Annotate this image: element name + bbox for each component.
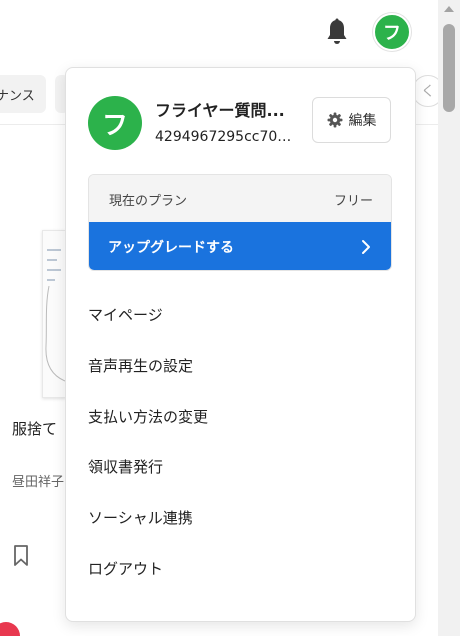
scroll-up-arrow-icon[interactable]: [444, 6, 454, 12]
bell-icon[interactable]: [325, 18, 349, 46]
user-id: 4294967295cc701...: [155, 129, 298, 145]
plan-label: 現在のプラン: [109, 194, 188, 209]
current-plan-row: 現在のプラン フリー: [89, 175, 391, 222]
plan-panel: 現在のプラン フリー アップグレードする: [88, 174, 392, 271]
book-author: 昼田祥子: [12, 475, 65, 490]
bookmark-icon[interactable]: [13, 545, 29, 567]
edit-label: 編集: [348, 113, 377, 129]
menu-item-audio-settings[interactable]: 音声再生の設定: [88, 345, 392, 385]
category-chip[interactable]: ナンス: [0, 75, 46, 113]
user-name: フライヤー質問...: [155, 101, 285, 120]
upgrade-label: アップグレードする: [108, 240, 234, 256]
avatar[interactable]: フ: [373, 13, 411, 51]
menu-item-logout[interactable]: ログアウト: [88, 548, 392, 588]
menu-item-mypage[interactable]: マイページ: [88, 294, 392, 334]
upgrade-button[interactable]: アップグレードする: [89, 222, 391, 270]
menu-item-payment-method[interactable]: 支払い方法の変更: [88, 396, 392, 436]
account-dropdown: フ フライヤー質問... 4294967295cc701... 編集 現在のプラ…: [65, 67, 416, 622]
user-avatar: フ: [88, 96, 142, 150]
menu-item-receipt[interactable]: 領収書発行: [88, 446, 392, 486]
top-bar: フ: [0, 0, 438, 66]
plan-value: フリー: [333, 194, 373, 209]
menu-item-social-link[interactable]: ソーシャル連携: [88, 497, 392, 537]
book-title[interactable]: 服捨て: [12, 418, 57, 439]
scrollbar[interactable]: [438, 0, 460, 636]
edit-profile-button[interactable]: 編集: [312, 97, 391, 143]
chevron-right-icon: [362, 240, 370, 254]
book-cover[interactable]: [42, 230, 66, 398]
notification-dot: [0, 622, 20, 636]
gear-icon: [327, 112, 342, 128]
scrollbar-thumb[interactable]: [443, 24, 455, 112]
